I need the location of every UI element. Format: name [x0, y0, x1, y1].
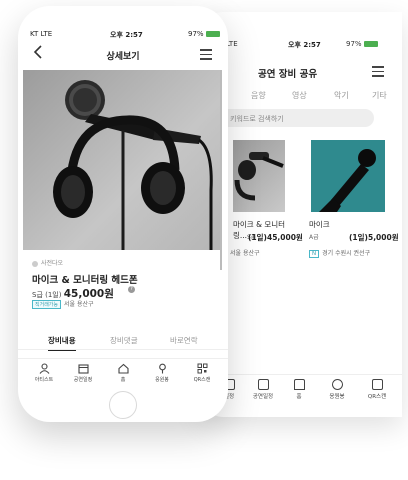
- new-badge: N: [309, 250, 320, 258]
- search-input[interactable]: 키워드로 검색하기: [218, 109, 374, 127]
- card-1-location: 서울 용산구: [230, 250, 260, 257]
- nav-label: 응원봉: [329, 394, 345, 400]
- detail-tabs: 장비내용 장비댓글 바로연락: [18, 332, 228, 351]
- direct-trade-badge: 직거래가능: [32, 300, 62, 309]
- nav-label: 공연일정: [252, 394, 274, 400]
- headphone-mic-icon: [234, 152, 284, 201]
- nav-label: 공연일정: [73, 377, 93, 383]
- card-2-location: 경기 수원시 권선구: [322, 250, 371, 257]
- page-title: 상세보기: [106, 52, 140, 62]
- battery-indicator: 97%: [346, 40, 378, 48]
- card-1-price: (1일)45,000원: [248, 233, 303, 242]
- product-thumbnail-headphone[interactable]: [233, 140, 285, 212]
- tab-direct-contact[interactable]: 바로연락: [170, 335, 198, 346]
- search-placeholder: 키워드로 검색하기: [230, 115, 284, 123]
- nav-label: 홈: [296, 394, 302, 400]
- nav-label: QR스캔: [193, 377, 211, 383]
- lightstick-icon: [331, 379, 343, 390]
- battery-icon: [205, 31, 220, 37]
- seller-avatar: [32, 260, 38, 267]
- qr-icon: [371, 379, 383, 390]
- microphone-icon: [319, 149, 376, 212]
- tab-etc[interactable]: 기타: [372, 90, 387, 101]
- nav-item-artist[interactable]: 아티스트: [26, 363, 62, 383]
- microphone-headphone-image: [53, 80, 213, 250]
- seller-name: 사전다오: [41, 260, 64, 267]
- hamburger-menu-icon[interactable]: [200, 49, 212, 63]
- nav-item-home[interactable]: 홈: [284, 379, 314, 400]
- status-bar: KT LTE 오후 2:57 97%: [18, 30, 228, 42]
- artist-icon: [39, 363, 49, 374]
- battery-icon: [363, 41, 378, 47]
- home-icon: [293, 379, 305, 390]
- card-2-price: (1일)5,000원: [349, 233, 399, 242]
- nav-label: 아티스트: [34, 377, 54, 383]
- nav-item-lightstick[interactable]: 응원봉: [144, 363, 180, 383]
- nav-label: 응원봉: [155, 377, 169, 383]
- carrier-text: KT LTE: [30, 30, 53, 38]
- product-name: 마이크 & 모니터링 헤드폰: [32, 275, 138, 286]
- bottom-nav: 아티스트 공연일정 홈 응원봉 QR스캔: [18, 358, 228, 386]
- page-title: 공연 장비 공유: [258, 69, 318, 80]
- tab-instrument[interactable]: 악기: [334, 90, 349, 101]
- location-text: 서울 용산구: [64, 301, 94, 308]
- product-photo: [23, 70, 222, 250]
- card-2-name[interactable]: 마이크: [309, 219, 330, 230]
- calendar-icon: [77, 364, 89, 374]
- nav-label: QR스캔: [367, 394, 387, 400]
- nav-label: 홈: [120, 377, 126, 383]
- battery-percent: 97%: [188, 30, 204, 38]
- tab-audio[interactable]: 음향: [251, 90, 266, 101]
- lightstick-icon: [158, 363, 166, 374]
- battery-indicator: 97%: [188, 30, 220, 38]
- seller-row: 사전다오: [32, 258, 63, 267]
- scrollbar[interactable]: [220, 70, 222, 270]
- nav-item-home[interactable]: 홈: [105, 363, 141, 383]
- grade-label: S급: [32, 291, 43, 299]
- card-2-location-row: N 경기 수원시 권선구: [309, 248, 370, 258]
- period-label: (1일): [45, 291, 62, 299]
- front-phone-screen: KT LTE 오후 2:57 97% 상세보기 사전다오 마이크 & 모니터링 …: [18, 6, 228, 422]
- hamburger-menu-icon[interactable]: [372, 66, 384, 80]
- help-icon[interactable]: ?: [128, 286, 135, 293]
- home-icon: [117, 363, 129, 374]
- clock: 오후 2:57: [288, 41, 321, 49]
- nav-item-lightstick[interactable]: 응원봉: [322, 379, 352, 400]
- tab-equipment-comments[interactable]: 장비댓글: [110, 335, 138, 346]
- calendar-icon: [257, 379, 269, 390]
- tab-video[interactable]: 영상: [292, 90, 307, 101]
- battery-percent: 97%: [346, 40, 362, 48]
- card-2-grade: A급: [309, 234, 319, 241]
- nav-item-performance[interactable]: 공연일정: [248, 379, 278, 400]
- tab-equipment-info[interactable]: 장비내용: [48, 335, 76, 351]
- product-thumbnail-mic[interactable]: [311, 140, 385, 212]
- home-button[interactable]: [109, 391, 137, 419]
- nav-item-performance[interactable]: 공연일정: [65, 363, 101, 383]
- nav-item-qr[interactable]: QR스캔: [184, 363, 220, 383]
- nav-item-qr[interactable]: QR스캔: [362, 379, 392, 400]
- location-row: 직거래가능 서울 용산구: [32, 299, 94, 309]
- clock: 오후 2:57: [110, 31, 143, 39]
- qr-icon: [197, 363, 207, 374]
